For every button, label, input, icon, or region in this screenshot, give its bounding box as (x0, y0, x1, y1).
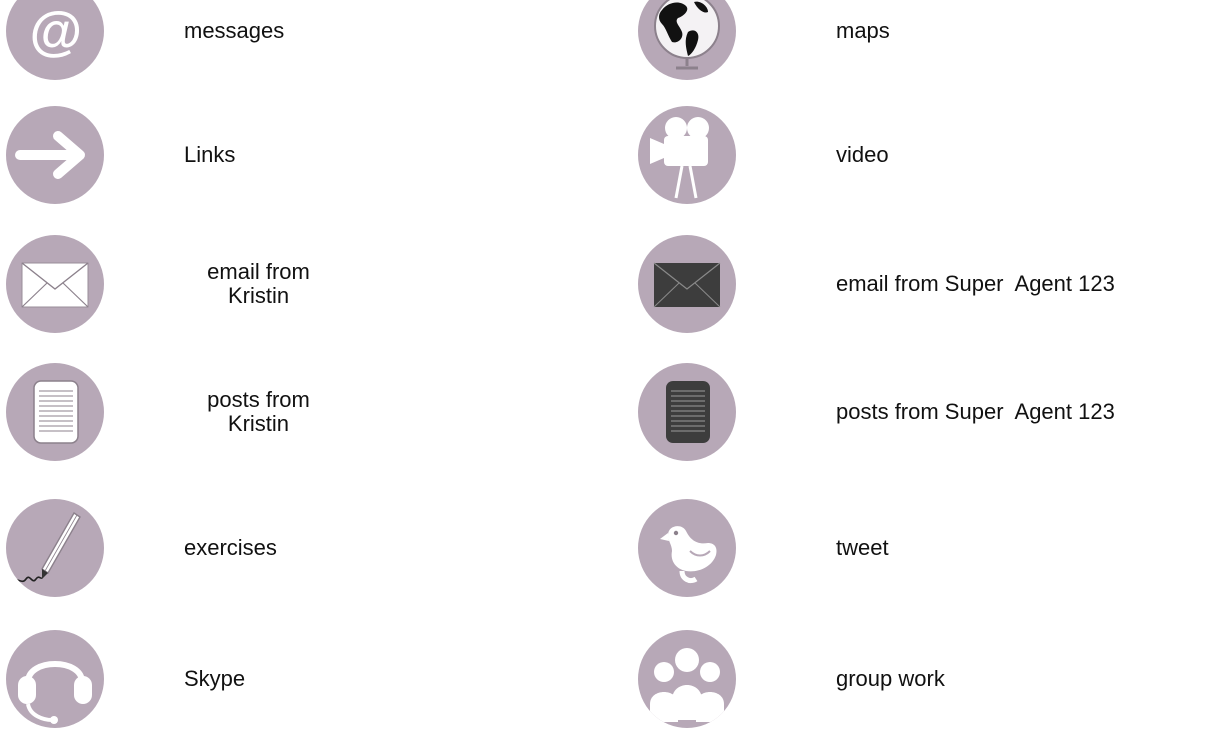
headset-icon (6, 630, 104, 728)
legend-label: Links (184, 142, 236, 167)
video-camera-icon (638, 106, 736, 204)
legend-label: messages (184, 18, 285, 43)
group-icon (638, 630, 736, 728)
legend-label: tweet (836, 535, 889, 560)
legend-label: group work (836, 666, 945, 691)
legend-label: email from Kristin (207, 259, 310, 308)
svg-text:@: @ (29, 2, 82, 62)
legend-label: posts from Super Agent 123 (836, 399, 1115, 424)
icon-legend: @ messages Links email from Kristin post… (0, 0, 1225, 754)
legend-label: Skype (184, 666, 246, 691)
at-sign-icon: @ (6, 0, 104, 80)
legend-label: maps (836, 18, 890, 43)
legend-label: exercises (184, 535, 277, 560)
bird-icon (638, 499, 736, 597)
dark-envelope-icon (638, 235, 736, 333)
legend-label: email from Super Agent 123 (836, 271, 1115, 296)
envelope-icon (6, 235, 104, 333)
pen-icon (6, 499, 104, 597)
legend-label: posts from Kristin (207, 387, 310, 436)
globe-icon (638, 0, 736, 80)
dark-document-icon (638, 363, 736, 461)
arrow-right-icon (6, 106, 104, 204)
legend-label: video (836, 142, 889, 167)
document-icon (6, 363, 104, 461)
